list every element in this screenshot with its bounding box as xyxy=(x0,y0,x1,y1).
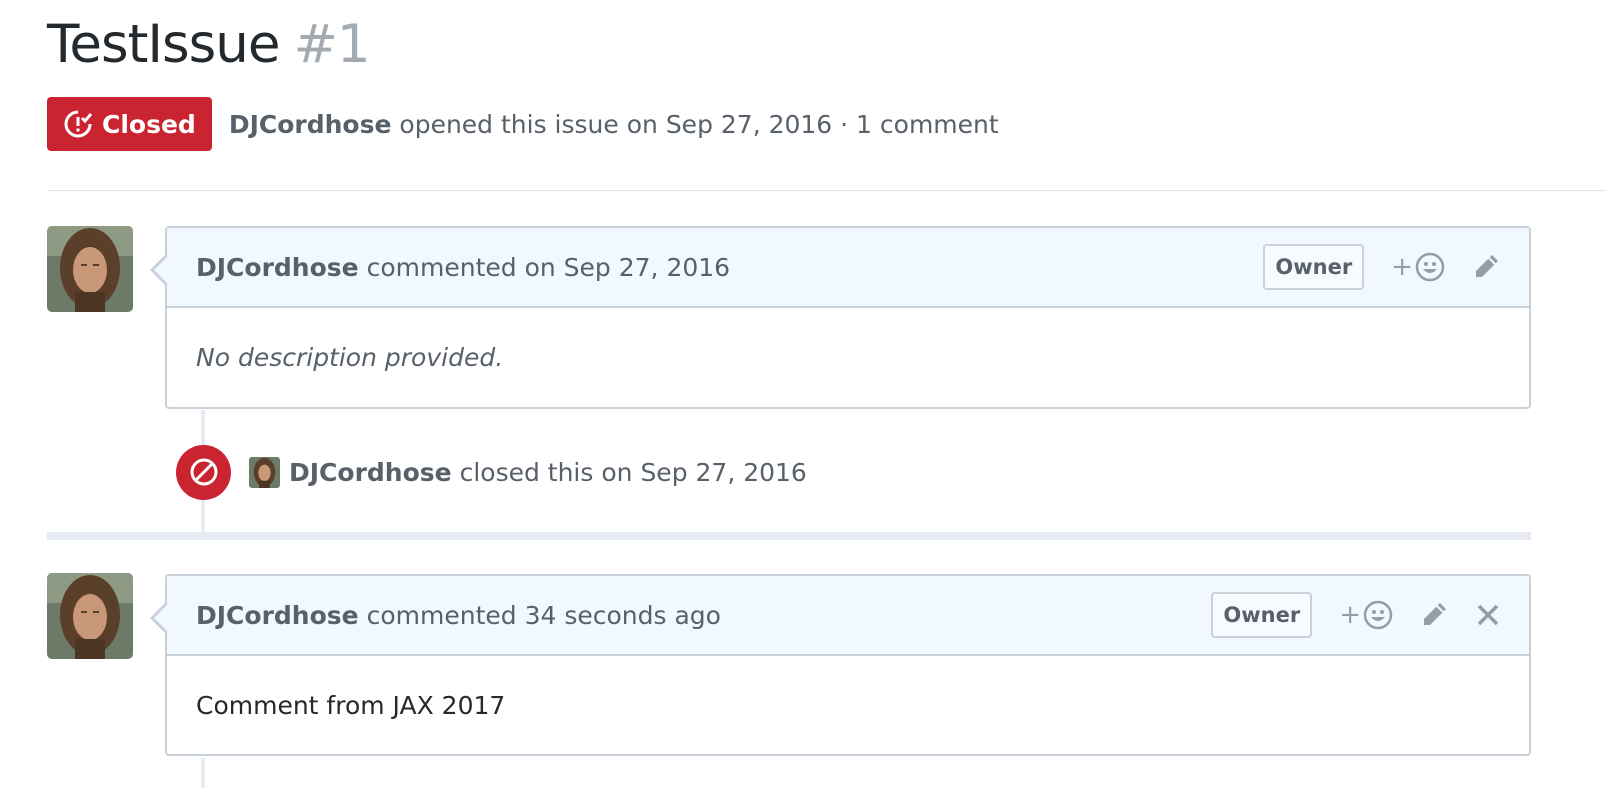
issue-title-row: TestIssue #1 xyxy=(47,14,371,75)
header-divider xyxy=(47,190,1606,191)
comment-body: No description provided. xyxy=(196,343,504,372)
issue-closed-icon xyxy=(63,109,93,139)
event-description: closed this on Sep 27, 2016 xyxy=(459,457,807,487)
owner-badge: Owner xyxy=(1211,592,1313,638)
event-author-link[interactable]: DJCordhose xyxy=(289,458,452,487)
comment-body: Comment from JAX 2017 xyxy=(196,690,506,720)
timeline-line xyxy=(201,758,205,788)
delete-comment-button[interactable] xyxy=(1475,602,1501,628)
issue-opened-text: opened this issue on Sep 27, 2016 · 1 co… xyxy=(399,109,999,139)
comment-action-text: commented on Sep 27, 2016 xyxy=(366,252,731,282)
avatar[interactable] xyxy=(249,456,280,488)
circle-slash-icon xyxy=(176,444,231,500)
issue-author-link[interactable]: DJCordhose xyxy=(229,110,392,139)
comment-header: DJCordhose commented on Sep 27, 2016 Own… xyxy=(167,228,1529,308)
issue-title: TestIssue xyxy=(47,14,280,75)
x-icon xyxy=(1477,604,1499,626)
plus-label: + xyxy=(1391,252,1413,282)
closed-event: DJCordhose closed this on Sep 27, 2016 xyxy=(176,444,807,500)
comment-author-link[interactable]: DJCordhose xyxy=(196,601,359,630)
owner-badge: Owner xyxy=(1263,244,1365,290)
comment-action-text: commented 34 seconds ago xyxy=(366,600,721,630)
timeline-divider xyxy=(47,532,1531,540)
state-label: Closed xyxy=(102,109,196,139)
issue-number: #1 xyxy=(293,14,370,75)
smiley-icon xyxy=(1363,600,1393,630)
add-reaction-button[interactable]: + xyxy=(1391,252,1445,282)
state-badge: Closed xyxy=(47,97,212,151)
plus-label: + xyxy=(1339,600,1361,630)
issue-meta: Closed DJCordhose opened this issue on S… xyxy=(47,97,999,151)
pencil-icon xyxy=(1476,255,1498,277)
comment: DJCordhose commented 34 seconds ago Owne… xyxy=(150,574,1531,756)
edit-comment-button[interactable] xyxy=(1419,600,1449,630)
avatar[interactable] xyxy=(47,573,133,659)
add-reaction-button[interactable]: + xyxy=(1339,600,1393,630)
smiley-icon xyxy=(1415,252,1445,282)
comment: DJCordhose commented on Sep 27, 2016 Own… xyxy=(150,226,1531,409)
avatar[interactable] xyxy=(47,226,133,312)
comment-author-link[interactable]: DJCordhose xyxy=(196,253,359,282)
pencil-icon xyxy=(1424,603,1446,625)
edit-comment-button[interactable] xyxy=(1471,252,1501,282)
comment-header: DJCordhose commented 34 seconds ago Owne… xyxy=(167,576,1529,656)
issue-meta-text: DJCordhose opened this issue on Sep 27, … xyxy=(229,110,999,139)
event-text: DJCordhose closed this on Sep 27, 2016 xyxy=(289,458,807,487)
